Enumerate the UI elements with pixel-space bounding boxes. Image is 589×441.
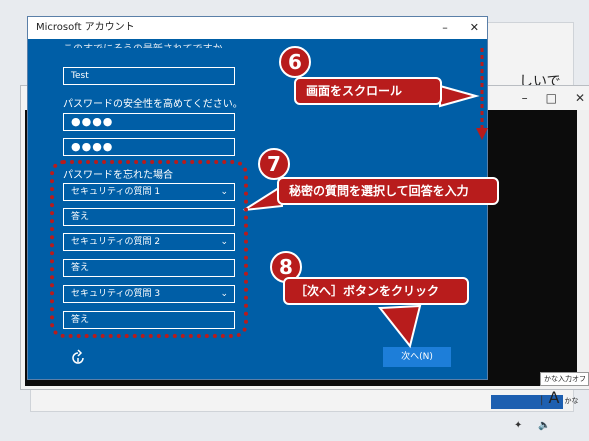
- step-7-callout: 秘密の質問を選択して回答を入力: [277, 177, 499, 205]
- step-8-callout: ［次へ］ボタンをクリック: [283, 277, 469, 305]
- step-6-callout: 画面をスクロール: [294, 77, 442, 105]
- ime-tooltip: かな入力オフ: [540, 372, 589, 386]
- ime-mode: かな: [564, 397, 579, 405]
- step-6-badge: 6: [279, 46, 311, 78]
- ime-letter: A: [548, 388, 560, 407]
- questions-highlight-frame: [50, 160, 248, 338]
- pin-icon[interactable]: ✦: [514, 420, 522, 431]
- callout-8-pointer: [378, 304, 422, 349]
- scroll-arrow-head: [476, 128, 488, 140]
- callout-6-pointer: [439, 84, 480, 108]
- speaker-icon[interactable]: 🔈: [538, 420, 550, 431]
- step-7-badge: 7: [258, 148, 290, 180]
- ime-indicator[interactable]: | A かな: [540, 388, 579, 407]
